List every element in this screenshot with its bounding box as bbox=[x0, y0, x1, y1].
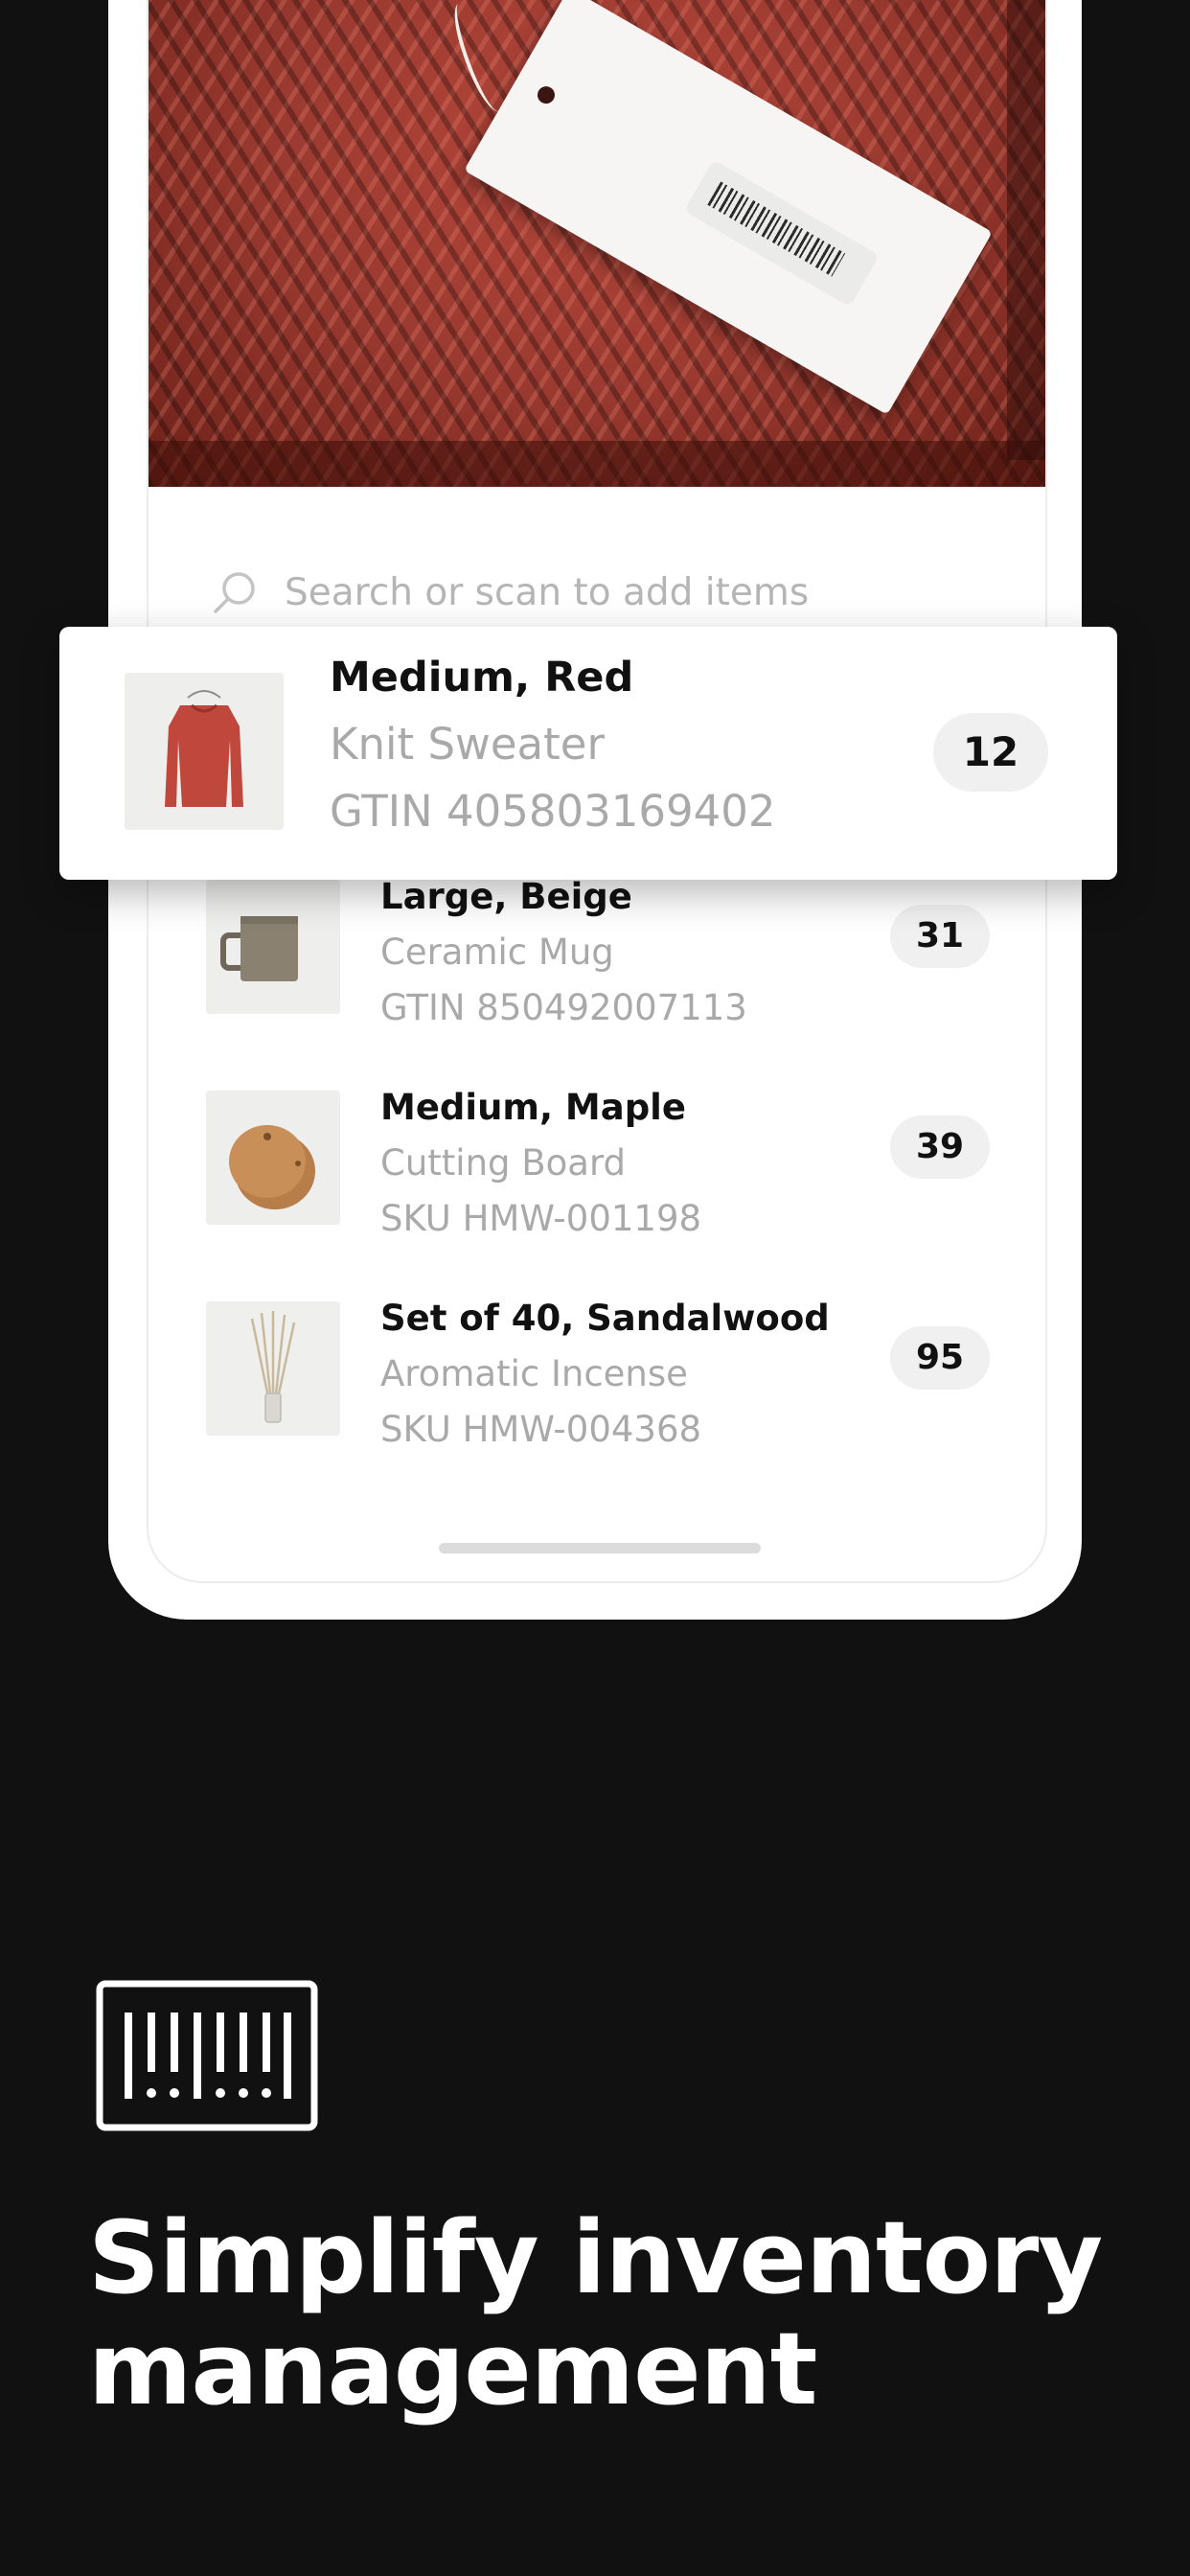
quantity-badge: 12 bbox=[933, 713, 1048, 792]
barcode-icon bbox=[96, 1980, 318, 2131]
quantity-badge: 95 bbox=[890, 1326, 990, 1390]
headline: Simplify inventory management bbox=[88, 2199, 1103, 2427]
tag-hole bbox=[534, 82, 559, 107]
photo-shade bbox=[149, 441, 1045, 487]
price-tag bbox=[464, 0, 993, 415]
home-indicator bbox=[439, 1543, 761, 1553]
item-name: Cutting Board bbox=[380, 1142, 627, 1184]
item-variant: Medium, Red bbox=[330, 654, 634, 702]
tag-string bbox=[447, 0, 511, 117]
item-code: GTIN 850492007113 bbox=[380, 987, 747, 1028]
quantity-badge: 31 bbox=[890, 905, 990, 968]
item-name: Aromatic Incense bbox=[380, 1353, 688, 1394]
incense-image bbox=[206, 1301, 340, 1436]
item-code: SKU HMW-001198 bbox=[380, 1198, 702, 1239]
ceramic-mug-thumbnail bbox=[206, 880, 340, 1014]
item-variant: Set of 40, Sandalwood bbox=[380, 1298, 830, 1339]
search-icon bbox=[214, 572, 255, 613]
item-code: GTIN 405803169402 bbox=[330, 786, 776, 837]
photo-shade-right bbox=[1007, 0, 1045, 460]
mug-image bbox=[206, 880, 340, 1014]
item-variant: Medium, Maple bbox=[380, 1087, 686, 1128]
list-item[interactable]: Medium, Maple Cutting Board SKU HMW-0011… bbox=[149, 1073, 1045, 1246]
knit-sweater-thumbnail bbox=[125, 673, 284, 830]
list-item[interactable]: Set of 40, Sandalwood Aromatic Incense S… bbox=[149, 1284, 1045, 1457]
quantity-badge: 39 bbox=[890, 1116, 990, 1179]
barcode-lines bbox=[707, 181, 846, 277]
incense-thumbnail bbox=[206, 1301, 340, 1436]
barcode-sticker bbox=[683, 159, 880, 308]
item-code: SKU HMW-004368 bbox=[380, 1409, 702, 1450]
list-item[interactable]: Large, Beige Ceramic Mug GTIN 8504920071… bbox=[149, 862, 1045, 1035]
item-name: Ceramic Mug bbox=[380, 932, 614, 973]
search-input[interactable]: Search or scan to add items bbox=[285, 567, 809, 619]
search-bar[interactable]: Search or scan to add items bbox=[149, 546, 1045, 623]
app-store-screenshot: Search or scan to add items Large, Beige… bbox=[0, 0, 1190, 2576]
product-photo bbox=[149, 0, 1045, 487]
highlighted-item-card[interactable]: Medium, Red Knit Sweater GTIN 4058031694… bbox=[59, 627, 1117, 880]
cutting-board-image bbox=[206, 1091, 340, 1225]
item-variant: Large, Beige bbox=[380, 876, 632, 917]
sweater-image bbox=[125, 673, 284, 830]
cutting-board-thumbnail bbox=[206, 1091, 340, 1225]
item-name: Knit Sweater bbox=[330, 719, 605, 770]
